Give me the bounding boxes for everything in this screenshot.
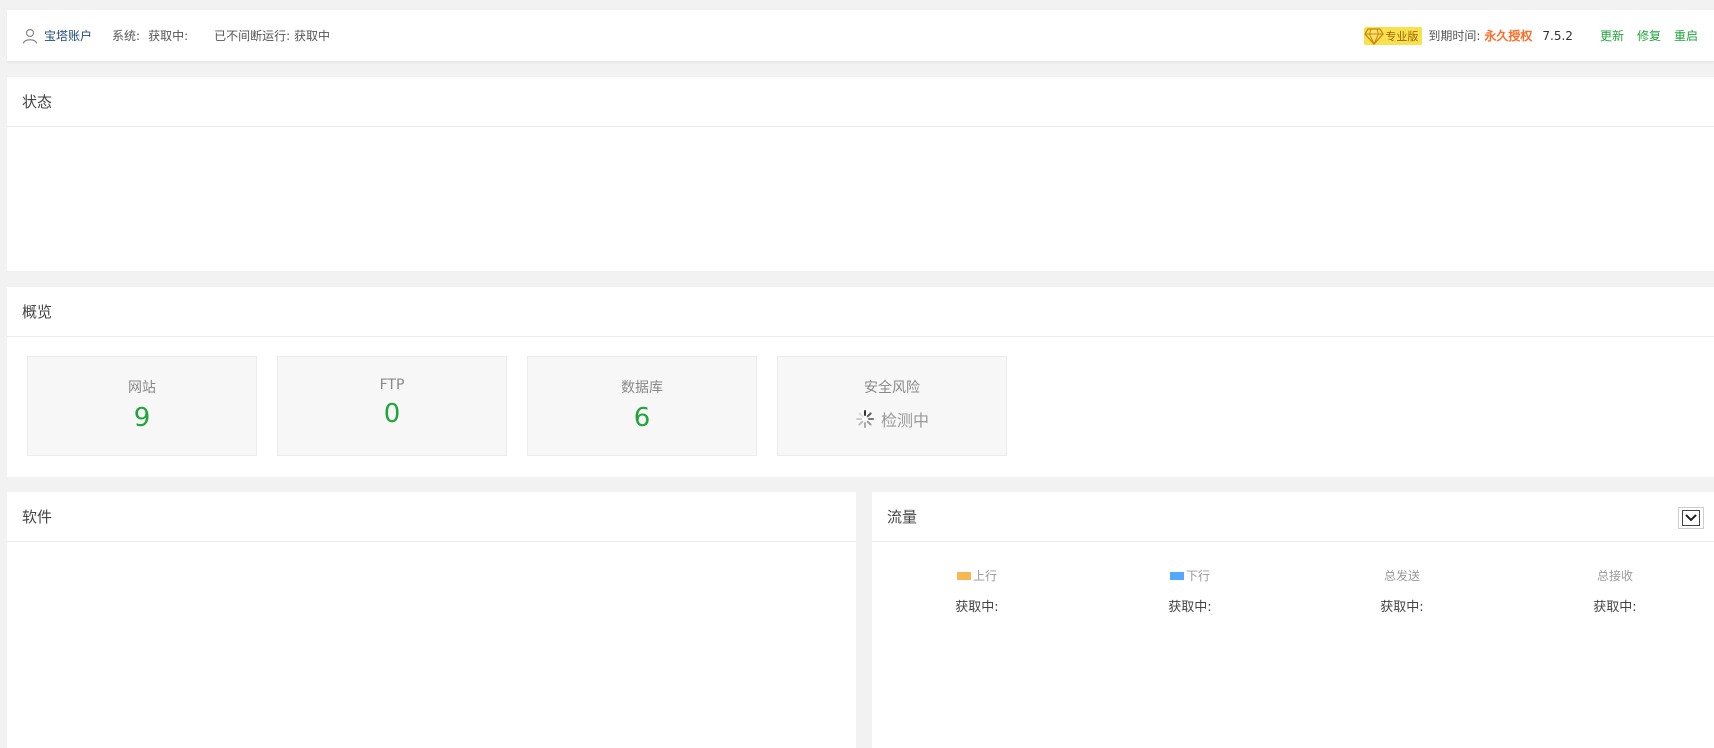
card-label: 网站 (128, 380, 156, 396)
card-label: 数据库 (621, 380, 663, 396)
pro-badge-label: 专业版 (1385, 29, 1419, 43)
system-value: 获取中: (148, 29, 189, 43)
overview-card-database[interactable]: 数据库 6 (527, 356, 757, 456)
repair-button[interactable]: 修复 (1637, 27, 1661, 44)
software-title: 软件 (7, 492, 856, 542)
total-received-label: 总接收 (1596, 569, 1633, 583)
card-value: 6 (633, 403, 651, 433)
upload-value: 获取中: (955, 600, 999, 615)
update-button[interactable]: 更新 (1600, 27, 1624, 44)
overview-card-security[interactable]: 安全风险 检测中 (777, 356, 1007, 456)
upload-legend-swatch (956, 571, 971, 580)
total-sent-value: 获取中: (1380, 600, 1424, 615)
expire-label: 到期时间: (1428, 29, 1481, 43)
system-label: 系统: (112, 29, 141, 43)
overview-card-sites[interactable]: 网站 9 (27, 356, 257, 456)
expire-value: 永久授权 (1484, 29, 1533, 43)
total-sent-label: 总发送 (1383, 569, 1420, 583)
traffic-panel: 流量 上行 获取中: 下行 获取中: 总发送 获取中: 总接收 获取中: (872, 492, 1714, 748)
traffic-interface-select[interactable] (1678, 507, 1704, 529)
total-received-value: 获取中: (1593, 600, 1637, 615)
download-label: 下行 (1185, 569, 1210, 583)
upload-label: 上行 (972, 569, 997, 583)
card-value: 0 (383, 399, 401, 429)
uptime-text: 已不间断运行: 获取中 (214, 29, 330, 43)
status-title: 状态 (7, 77, 1714, 127)
version-number: 7.5.2 (1542, 28, 1573, 43)
pro-badge[interactable]: 专业版 (1364, 26, 1423, 45)
traffic-download: 下行 获取中: (1130, 567, 1250, 615)
overview-title: 概览 (7, 287, 1714, 337)
restart-button[interactable]: 重启 (1674, 27, 1698, 44)
chevron-down-icon (1685, 514, 1697, 522)
loading-spinner-icon (855, 410, 874, 428)
overview-panel: 概览 网站 9 FTP 0 数据库 6 安全风险 检测中 (7, 287, 1714, 477)
card-label: 安全风险 (864, 380, 920, 396)
software-panel: 软件 (7, 492, 856, 748)
account-link[interactable]: 宝塔账户 (44, 27, 92, 44)
status-panel: 状态 (7, 77, 1714, 271)
traffic-upload: 上行 获取中: (917, 567, 1037, 615)
download-legend-swatch (1169, 571, 1184, 580)
traffic-title: 流量 (872, 492, 1714, 542)
diamond-icon (1364, 27, 1385, 45)
overview-card-ftp[interactable]: FTP 0 (277, 356, 507, 456)
download-value: 获取中: (1168, 600, 1212, 615)
user-icon (22, 28, 38, 44)
card-value: 9 (133, 403, 151, 433)
card-value: 检测中 (880, 411, 929, 430)
traffic-total-received: 总接收 获取中: (1555, 567, 1675, 615)
top-status-bar: 宝塔账户 系统: 获取中: 已不间断运行: 获取中 专业版 到期时间: 永久授权… (7, 10, 1714, 62)
traffic-total-sent: 总发送 获取中: (1342, 567, 1462, 615)
card-label: FTP (379, 377, 405, 393)
